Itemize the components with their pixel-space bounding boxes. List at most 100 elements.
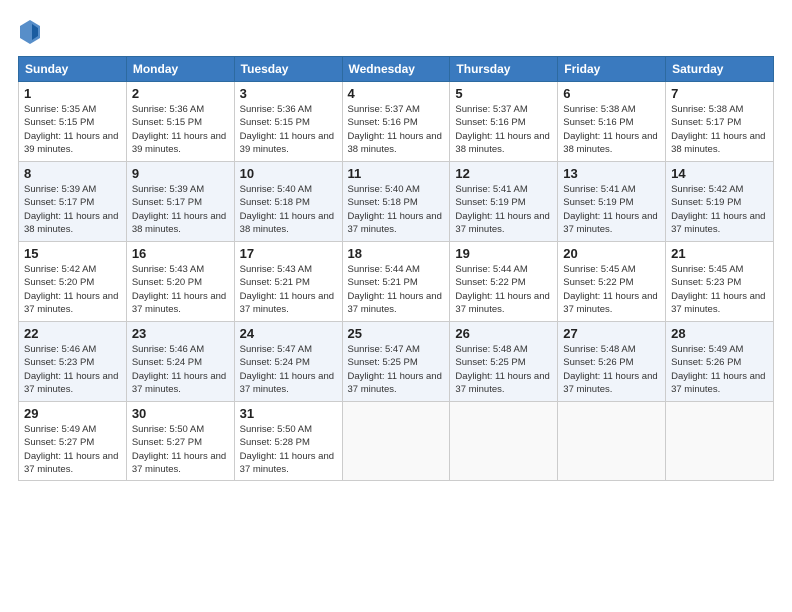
- logo: [18, 18, 46, 46]
- table-row: [342, 402, 450, 481]
- day-info: Sunrise: 5:48 AMSunset: 5:25 PMDaylight:…: [455, 343, 552, 396]
- weekday-header: Saturday: [666, 57, 774, 82]
- day-number: 24: [240, 326, 337, 341]
- table-row: 1Sunrise: 5:35 AMSunset: 5:15 PMDaylight…: [19, 82, 127, 162]
- day-number: 15: [24, 246, 121, 261]
- day-number: 27: [563, 326, 660, 341]
- day-number: 7: [671, 86, 768, 101]
- weekday-header: Wednesday: [342, 57, 450, 82]
- table-row: 11 Sunrise: 5:40 AMSunset: 5:18 PMDayligh…: [342, 162, 450, 242]
- day-info: Sunrise: 5:36 AMSunset: 5:15 PMDaylight:…: [132, 103, 229, 156]
- day-info: Sunrise: 5:37 AMSunset: 5:16 PMDaylight:…: [455, 103, 552, 156]
- day-info: Sunrise: 5:40 AMSunset: 5:18 PMDaylight:…: [348, 183, 445, 236]
- day-number: 25: [348, 326, 445, 341]
- table-row: 31 Sunrise: 5:50 AMSunset: 5:28 PMDayligh…: [234, 402, 342, 481]
- day-info: Sunrise: 5:41 AMSunset: 5:19 PMDaylight:…: [455, 183, 552, 236]
- table-row: 16 Sunrise: 5:43 AMSunset: 5:20 PMDayligh…: [126, 242, 234, 322]
- table-row: 19 Sunrise: 5:44 AMSunset: 5:22 PMDayligh…: [450, 242, 558, 322]
- table-row: [666, 402, 774, 481]
- day-number: 30: [132, 406, 229, 421]
- day-number: 2: [132, 86, 229, 101]
- day-info: Sunrise: 5:49 AMSunset: 5:27 PMDaylight:…: [24, 423, 121, 476]
- day-info: Sunrise: 5:42 AMSunset: 5:20 PMDaylight:…: [24, 263, 121, 316]
- day-number: 28: [671, 326, 768, 341]
- table-row: 17 Sunrise: 5:43 AMSunset: 5:21 PMDayligh…: [234, 242, 342, 322]
- day-info: Sunrise: 5:43 AMSunset: 5:20 PMDaylight:…: [132, 263, 229, 316]
- table-row: 25 Sunrise: 5:47 AMSunset: 5:25 PMDayligh…: [342, 322, 450, 402]
- day-info: Sunrise: 5:40 AMSunset: 5:18 PMDaylight:…: [240, 183, 337, 236]
- day-info: Sunrise: 5:49 AMSunset: 5:26 PMDaylight:…: [671, 343, 768, 396]
- day-info: Sunrise: 5:50 AMSunset: 5:27 PMDaylight:…: [132, 423, 229, 476]
- day-number: 6: [563, 86, 660, 101]
- table-row: 27Sunrise: 5:48 AMSunset: 5:26 PMDayligh…: [558, 322, 666, 402]
- table-row: 20 Sunrise: 5:45 AMSunset: 5:22 PMDayligh…: [558, 242, 666, 322]
- day-number: 18: [348, 246, 445, 261]
- table-row: 3 Sunrise: 5:36 AMSunset: 5:15 PMDaylight…: [234, 82, 342, 162]
- day-number: 11: [348, 166, 445, 181]
- table-row: 18 Sunrise: 5:44 AMSunset: 5:21 PMDayligh…: [342, 242, 450, 322]
- day-number: 12: [455, 166, 552, 181]
- table-row: 8Sunrise: 5:39 AMSunset: 5:17 PMDaylight…: [19, 162, 127, 242]
- day-info: Sunrise: 5:47 AMSunset: 5:24 PMDaylight:…: [240, 343, 337, 396]
- day-info: Sunrise: 5:45 AMSunset: 5:22 PMDaylight:…: [563, 263, 660, 316]
- table-row: 22 Sunrise: 5:46 AMSunset: 5:23 PMDayligh…: [19, 322, 127, 402]
- table-row: [558, 402, 666, 481]
- day-number: 9: [132, 166, 229, 181]
- table-row: 9 Sunrise: 5:39 AMSunset: 5:17 PMDaylight…: [126, 162, 234, 242]
- weekday-header: Monday: [126, 57, 234, 82]
- day-info: Sunrise: 5:50 AMSunset: 5:28 PMDaylight:…: [240, 423, 337, 476]
- day-number: 14: [671, 166, 768, 181]
- weekday-header: Thursday: [450, 57, 558, 82]
- day-number: 26: [455, 326, 552, 341]
- day-info: Sunrise: 5:38 AMSunset: 5:16 PMDaylight:…: [563, 103, 660, 156]
- day-number: 20: [563, 246, 660, 261]
- day-info: Sunrise: 5:47 AMSunset: 5:25 PMDaylight:…: [348, 343, 445, 396]
- weekday-header: Tuesday: [234, 57, 342, 82]
- day-number: 1: [24, 86, 121, 101]
- day-info: Sunrise: 5:46 AMSunset: 5:24 PMDaylight:…: [132, 343, 229, 396]
- table-row: 29Sunrise: 5:49 AMSunset: 5:27 PMDayligh…: [19, 402, 127, 481]
- weekday-header: Sunday: [19, 57, 127, 82]
- weekday-header: Friday: [558, 57, 666, 82]
- day-info: Sunrise: 5:44 AMSunset: 5:22 PMDaylight:…: [455, 263, 552, 316]
- table-row: 5 Sunrise: 5:37 AMSunset: 5:16 PMDaylight…: [450, 82, 558, 162]
- page: SundayMondayTuesdayWednesdayThursdayFrid…: [0, 0, 792, 491]
- table-row: 4Sunrise: 5:37 AMSunset: 5:16 PMDaylight…: [342, 82, 450, 162]
- table-row: 14 Sunrise: 5:42 AMSunset: 5:19 PMDayligh…: [666, 162, 774, 242]
- day-info: Sunrise: 5:43 AMSunset: 5:21 PMDaylight:…: [240, 263, 337, 316]
- table-row: 21 Sunrise: 5:45 AMSunset: 5:23 PMDayligh…: [666, 242, 774, 322]
- day-info: Sunrise: 5:42 AMSunset: 5:19 PMDaylight:…: [671, 183, 768, 236]
- table-row: 30 Sunrise: 5:50 AMSunset: 5:27 PMDayligh…: [126, 402, 234, 481]
- logo-icon: [18, 18, 42, 46]
- day-number: 19: [455, 246, 552, 261]
- table-row: 2 Sunrise: 5:36 AMSunset: 5:15 PMDaylight…: [126, 82, 234, 162]
- day-number: 31: [240, 406, 337, 421]
- day-info: Sunrise: 5:46 AMSunset: 5:23 PMDaylight:…: [24, 343, 121, 396]
- day-info: Sunrise: 5:39 AMSunset: 5:17 PMDaylight:…: [132, 183, 229, 236]
- day-number: 23: [132, 326, 229, 341]
- table-row: 13Sunrise: 5:41 AMSunset: 5:19 PMDayligh…: [558, 162, 666, 242]
- day-number: 22: [24, 326, 121, 341]
- day-number: 5: [455, 86, 552, 101]
- day-number: 4: [348, 86, 445, 101]
- day-number: 13: [563, 166, 660, 181]
- table-row: 26 Sunrise: 5:48 AMSunset: 5:25 PMDayligh…: [450, 322, 558, 402]
- day-info: Sunrise: 5:44 AMSunset: 5:21 PMDaylight:…: [348, 263, 445, 316]
- table-row: 23 Sunrise: 5:46 AMSunset: 5:24 PMDayligh…: [126, 322, 234, 402]
- table-row: 15 Sunrise: 5:42 AMSunset: 5:20 PMDayligh…: [19, 242, 127, 322]
- day-number: 3: [240, 86, 337, 101]
- table-row: 7 Sunrise: 5:38 AMSunset: 5:17 PMDaylight…: [666, 82, 774, 162]
- day-info: Sunrise: 5:36 AMSunset: 5:15 PMDaylight:…: [240, 103, 337, 156]
- table-row: 6 Sunrise: 5:38 AMSunset: 5:16 PMDaylight…: [558, 82, 666, 162]
- table-row: 24 Sunrise: 5:47 AMSunset: 5:24 PMDayligh…: [234, 322, 342, 402]
- table-row: 10 Sunrise: 5:40 AMSunset: 5:18 PMDayligh…: [234, 162, 342, 242]
- day-number: 10: [240, 166, 337, 181]
- day-info: Sunrise: 5:45 AMSunset: 5:23 PMDaylight:…: [671, 263, 768, 316]
- day-number: 21: [671, 246, 768, 261]
- calendar-table: SundayMondayTuesdayWednesdayThursdayFrid…: [18, 56, 774, 481]
- day-number: 17: [240, 246, 337, 261]
- day-info: Sunrise: 5:38 AMSunset: 5:17 PMDaylight:…: [671, 103, 768, 156]
- day-number: 16: [132, 246, 229, 261]
- day-number: 8: [24, 166, 121, 181]
- header: [18, 18, 774, 46]
